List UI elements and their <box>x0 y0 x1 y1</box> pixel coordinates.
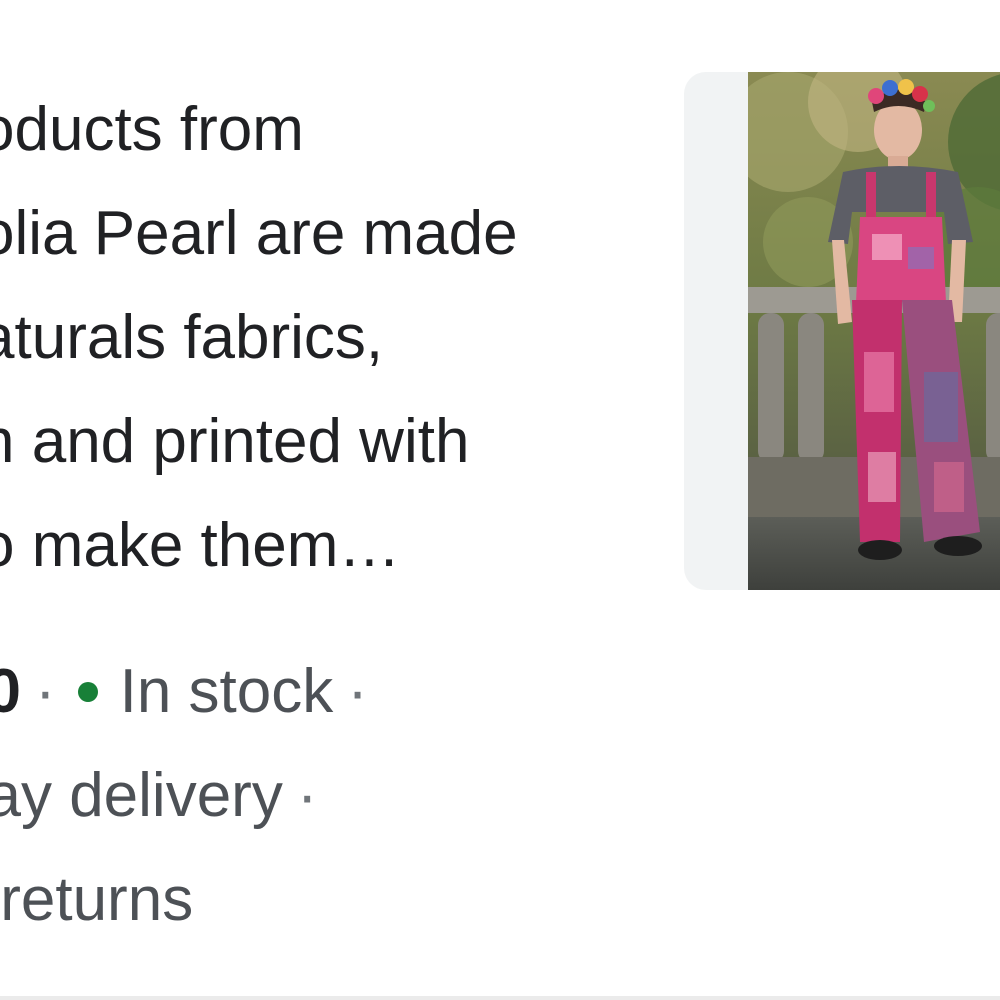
delivery-info: day delivery <box>0 761 283 830</box>
overalls-photo-icon <box>748 72 1000 590</box>
price-stock-row: 00·In stock· <box>0 640 652 744</box>
separator: · <box>347 657 368 726</box>
description-line: o make them… <box>0 511 401 580</box>
returns-info: y returns <box>0 865 194 934</box>
separator: · <box>296 761 318 830</box>
stock-status: In stock <box>119 657 334 726</box>
separator: · <box>34 657 56 726</box>
description-line: n and printed with <box>0 407 470 476</box>
divider <box>0 996 1000 1000</box>
product-meta: 00·In stock· day delivery· y returns <box>0 640 652 952</box>
delivery-row: day delivery· <box>0 744 652 848</box>
shopping-result-card[interactable]: oducts from olia Pearl are made aturals … <box>0 0 1000 1000</box>
product-description: oducts from olia Pearl are made aturals … <box>0 78 640 598</box>
returns-row: y returns <box>0 848 652 952</box>
product-photo[interactable] <box>748 72 1000 590</box>
product-thumbnail[interactable] <box>684 72 1000 590</box>
in-stock-dot-icon <box>77 681 98 702</box>
product-price: 00 <box>0 657 21 726</box>
description-line: olia Pearl are made <box>0 199 518 268</box>
description-line: aturals fabrics, <box>0 303 384 372</box>
description-line: oducts from <box>0 95 304 164</box>
